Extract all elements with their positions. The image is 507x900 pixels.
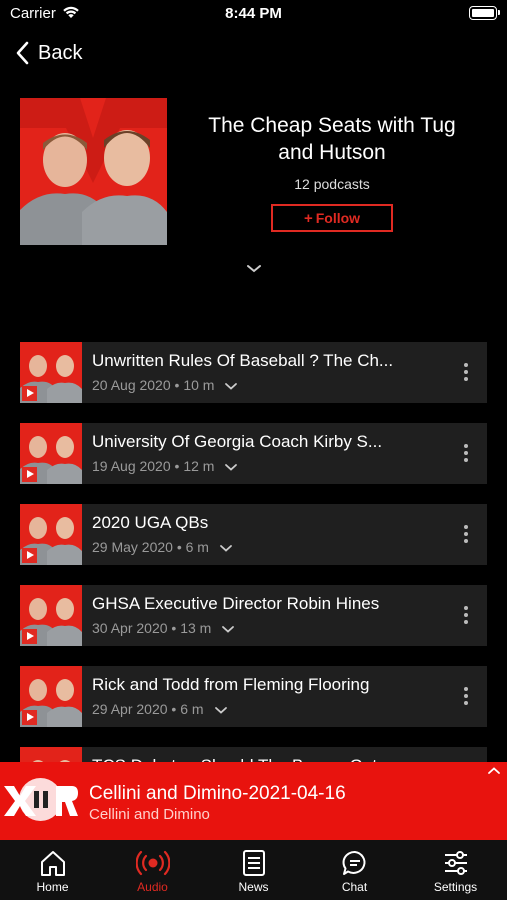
more-options-icon[interactable] bbox=[463, 363, 469, 383]
tab-bar: Home Audio News Chat Settings bbox=[0, 840, 507, 900]
tab-news[interactable]: News bbox=[203, 840, 304, 900]
chevron-up-icon[interactable] bbox=[487, 766, 501, 776]
episode-title: 2020 UGA QBs bbox=[92, 513, 209, 532]
chevron-down-icon[interactable] bbox=[221, 625, 235, 634]
follow-button[interactable]: + Follow bbox=[271, 204, 393, 232]
podcast-title: The Cheap Seats with Tug and Hutson bbox=[208, 114, 456, 164]
tab-label: News bbox=[238, 880, 269, 894]
tab-label: Audio bbox=[137, 880, 168, 894]
chat-icon bbox=[342, 850, 365, 875]
episode-thumbnail bbox=[20, 666, 82, 727]
episode-meta: 29 May 2020 • 6 m bbox=[92, 539, 233, 555]
tab-label: Chat bbox=[341, 880, 368, 894]
more-options-icon[interactable] bbox=[463, 525, 469, 545]
episode-title: Rick and Todd from Fleming Flooring bbox=[92, 675, 370, 694]
tab-label: Home bbox=[36, 880, 69, 894]
plus-icon: + bbox=[303, 209, 313, 227]
more-options-icon[interactable] bbox=[463, 444, 469, 464]
audio-icon bbox=[135, 850, 170, 876]
episode-meta: 20 Aug 2020 • 10 m bbox=[92, 377, 238, 393]
chevron-down-icon[interactable] bbox=[214, 706, 228, 715]
chevron-down-icon[interactable] bbox=[245, 263, 263, 275]
play-icon bbox=[22, 710, 37, 725]
episode-thumbnail bbox=[20, 342, 82, 403]
episode-date-duration: 29 May 2020 • 6 m bbox=[92, 539, 209, 555]
episode-date-duration: 29 Apr 2020 • 6 m bbox=[92, 701, 204, 717]
home-icon bbox=[40, 851, 65, 876]
follow-label: Follow bbox=[315, 210, 361, 226]
episode-meta: 30 Apr 2020 • 13 m bbox=[92, 620, 235, 636]
now-playing-subtitle: Cellini and Dimino bbox=[89, 806, 210, 823]
now-playing-bar[interactable]: Cellini and Dimino-2021-04-16 Cellini an… bbox=[0, 762, 507, 840]
chevron-down-icon[interactable] bbox=[224, 382, 238, 391]
episode-row[interactable]: GHSA Executive Director Robin Hines 30 A… bbox=[20, 585, 487, 646]
status-time: 8:44 PM bbox=[225, 5, 282, 22]
station-logo bbox=[0, 762, 79, 840]
episode-thumbnail bbox=[20, 585, 82, 646]
status-bar: Carrier 8:44 PM bbox=[0, 0, 507, 28]
more-options-icon[interactable] bbox=[463, 606, 469, 626]
pause-button[interactable] bbox=[19, 778, 62, 821]
tab-chat[interactable]: Chat bbox=[304, 840, 405, 900]
episode-title: Unwritten Rules Of Baseball ? The Ch... bbox=[92, 351, 394, 370]
back-label: Back bbox=[38, 41, 83, 64]
episode-row[interactable]: Rick and Todd from Fleming Flooring 29 A… bbox=[20, 666, 487, 727]
news-icon bbox=[242, 850, 265, 876]
tab-settings[interactable]: Settings bbox=[405, 840, 506, 900]
episode-date-duration: 30 Apr 2020 • 13 m bbox=[92, 620, 212, 636]
episode-row[interactable]: 2020 UGA QBs 29 May 2020 • 6 m bbox=[20, 504, 487, 565]
settings-icon bbox=[444, 851, 467, 875]
episode-meta: 19 Aug 2020 • 12 m bbox=[92, 458, 238, 474]
episode-date-duration: 20 Aug 2020 • 10 m bbox=[92, 377, 215, 393]
chevron-left-icon bbox=[16, 41, 29, 65]
battery-icon bbox=[469, 6, 500, 20]
episode-row[interactable]: Unwritten Rules Of Baseball ? The Ch... … bbox=[20, 342, 487, 403]
play-icon bbox=[22, 467, 37, 482]
episode-list: Unwritten Rules Of Baseball ? The Ch... … bbox=[20, 342, 487, 828]
chevron-down-icon[interactable] bbox=[219, 544, 233, 553]
episode-title: GHSA Executive Director Robin Hines bbox=[92, 594, 380, 613]
episode-meta: 29 Apr 2020 • 6 m bbox=[92, 701, 228, 717]
episode-row[interactable]: University Of Georgia Coach Kirby S... 1… bbox=[20, 423, 487, 484]
tab-audio[interactable]: Audio bbox=[102, 840, 203, 900]
episode-thumbnail bbox=[20, 504, 82, 565]
podcast-count: 12 podcasts bbox=[294, 176, 370, 192]
play-icon bbox=[22, 629, 37, 644]
podcast-artwork bbox=[20, 98, 167, 245]
episode-title: University Of Georgia Coach Kirby S... bbox=[92, 432, 383, 451]
play-icon bbox=[22, 548, 37, 563]
tab-home[interactable]: Home bbox=[2, 840, 103, 900]
now-playing-title: Cellini and Dimino-2021-04-16 bbox=[89, 783, 346, 804]
episode-date-duration: 19 Aug 2020 • 12 m bbox=[92, 458, 215, 474]
tab-label: Settings bbox=[433, 880, 478, 894]
back-button[interactable]: Back bbox=[14, 38, 82, 68]
chevron-down-icon[interactable] bbox=[224, 463, 238, 472]
episode-thumbnail bbox=[20, 423, 82, 484]
more-options-icon[interactable] bbox=[463, 687, 469, 707]
play-icon bbox=[22, 386, 37, 401]
